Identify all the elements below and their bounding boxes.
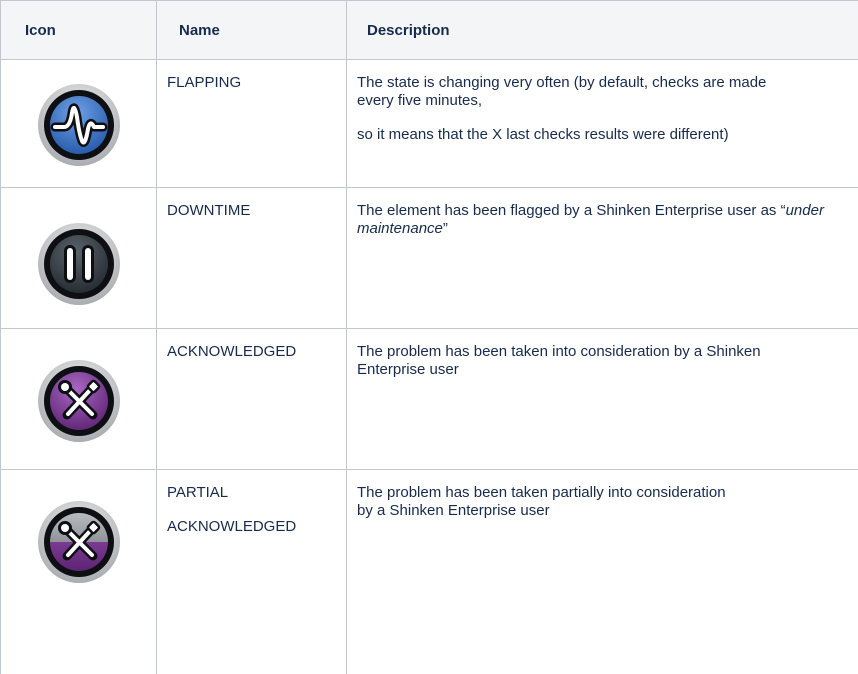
table-row: ACKNOWLEDGED The problem has been taken … bbox=[1, 329, 858, 470]
status-name-line2: ACKNOWLEDGED bbox=[167, 518, 346, 536]
status-name: PARTIAL bbox=[167, 484, 346, 502]
table-row: FLAPPING The state is changing very ofte… bbox=[1, 60, 858, 188]
status-description: The element has been flagged by a Shinke… bbox=[357, 202, 847, 238]
table-row: DOWNTIME The element has been flagged by… bbox=[1, 188, 858, 329]
status-description-line2: so it means that the X last checks resul… bbox=[357, 126, 850, 144]
status-icons-table: Icon Name Description bbox=[0, 0, 858, 674]
status-name: FLAPPING bbox=[167, 74, 346, 92]
table-header-row: Icon Name Description bbox=[1, 1, 858, 60]
acknowledged-icon bbox=[37, 359, 121, 448]
icon-cell bbox=[1, 470, 157, 674]
icon-cell bbox=[1, 329, 157, 470]
header-name: Name bbox=[157, 1, 347, 60]
status-name: ACKNOWLEDGED bbox=[167, 343, 346, 361]
downtime-icon bbox=[37, 222, 121, 311]
description-cell: The element has been flagged by a Shinke… bbox=[347, 188, 858, 329]
status-name: DOWNTIME bbox=[167, 202, 346, 220]
status-description-line2: by a Shinken Enterprise user bbox=[357, 502, 850, 520]
name-cell: FLAPPING bbox=[157, 60, 347, 188]
partial-acknowledged-icon bbox=[37, 500, 121, 589]
description-cell: The problem has been taken into consider… bbox=[347, 329, 858, 470]
name-cell: DOWNTIME bbox=[157, 188, 347, 329]
name-cell: PARTIAL ACKNOWLEDGED bbox=[157, 470, 347, 674]
header-description: Description bbox=[347, 1, 858, 60]
flapping-icon bbox=[37, 83, 121, 172]
icon-cell bbox=[1, 60, 157, 188]
description-cell: The state is changing very often (by def… bbox=[347, 60, 858, 188]
status-description: The state is changing very often (by def… bbox=[357, 74, 797, 110]
name-cell: ACKNOWLEDGED bbox=[157, 329, 347, 470]
status-description: The problem has been taken partially int… bbox=[357, 484, 727, 502]
status-description: The problem has been taken into consider… bbox=[357, 343, 827, 379]
table-row: PARTIAL ACKNOWLEDGED The problem has bee… bbox=[1, 470, 858, 674]
description-cell: The problem has been taken partially int… bbox=[347, 470, 858, 674]
header-icon: Icon bbox=[1, 1, 157, 60]
icon-cell bbox=[1, 188, 157, 329]
